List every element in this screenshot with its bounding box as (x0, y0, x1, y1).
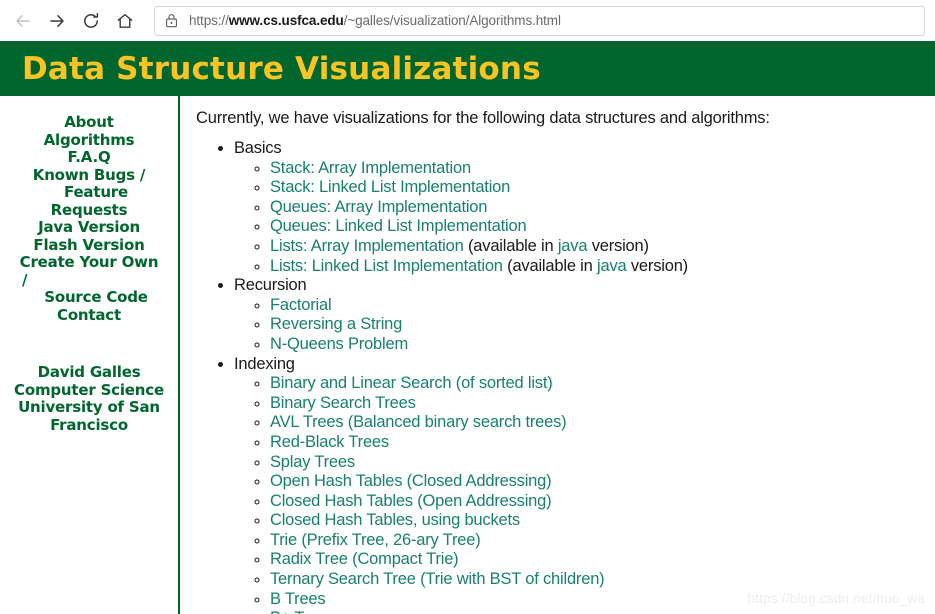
sidebar-link[interactable]: Feature (8, 183, 170, 202)
home-button[interactable] (108, 4, 142, 38)
page-body: About Algorithms F.A.Q Known Bugs / Feature R… (0, 96, 935, 614)
visualization-link[interactable]: Closed Hash Tables, using buckets (270, 511, 520, 529)
author-university-line2: Francisco (50, 415, 128, 434)
list-item: Open Hash Tables (Closed Addressing) (270, 472, 935, 492)
item-suffix-pre: (available in (502, 256, 598, 275)
list-item: Stack: Linked List Implementation (270, 178, 935, 198)
url-host: www.cs.usfca.edu (228, 13, 344, 28)
algorithm-item-list: Stack: Array ImplementationStack: Linked… (270, 159, 935, 277)
intro-paragraph: Currently, we have visualizations for th… (196, 109, 770, 127)
visualization-link[interactable]: Lists: Array Implementation (270, 237, 464, 255)
java-version-link[interactable]: java (558, 237, 588, 255)
sidebar-link[interactable]: Java Version (8, 218, 170, 237)
list-item: Closed Hash Tables, using buckets (270, 511, 935, 531)
visualization-link[interactable]: Red-Black Trees (270, 433, 389, 451)
visualization-link[interactable]: Lists: Linked List Implementation (270, 257, 503, 275)
list-item: AVL Trees (Balanced binary search trees) (270, 413, 935, 433)
list-item: Ternary Search Tree (Trie with BST of ch… (270, 570, 935, 590)
category-label: Recursion (234, 276, 307, 295)
sidebar-link[interactable]: Source Code (8, 288, 170, 307)
sidebar-link[interactable]: F.A.Q (8, 148, 170, 167)
page-title: Data Structure Visualizations (22, 50, 541, 87)
visualization-link[interactable]: N-Queens Problem (270, 335, 408, 353)
visualization-link[interactable]: Stack: Linked List Implementation (270, 178, 510, 196)
list-item: Splay Trees (270, 453, 935, 473)
list-item: B+ Trees (270, 609, 935, 614)
algorithm-item-list: Binary and Linear Search (of sorted list… (270, 374, 935, 614)
sidebar-link[interactable]: Flash Version (8, 236, 170, 255)
sidebar-nav: About Algorithms F.A.Q Known Bugs / Feature R… (0, 113, 178, 325)
page-banner: Data Structure Visualizations (0, 41, 935, 96)
visualization-link[interactable]: Ternary Search Tree (Trie with BST of ch… (270, 570, 605, 588)
algorithm-item-list: FactorialReversing a String N-Queens Prob… (270, 296, 935, 355)
visualization-link[interactable]: Queues: Linked List Implementation (270, 217, 527, 235)
category-label: Indexing (234, 354, 295, 373)
padlock-icon[interactable] (165, 13, 178, 28)
sidebar-link[interactable]: Contact (8, 306, 170, 325)
watermark: https://blog.csdn.net/huo_wa (747, 591, 925, 606)
visualization-link[interactable]: Binary and Linear Search (of sorted list… (270, 374, 553, 392)
algorithm-section-list: Basics Stack: Array ImplementationStack: … (234, 139, 935, 614)
sidebar-link[interactable]: Create Your Own (8, 253, 170, 272)
item-suffix-post: version) (587, 236, 649, 255)
list-item: Factorial (270, 296, 935, 316)
author-university-line1: University of San (18, 398, 160, 416)
visualization-link[interactable]: Radix Tree (Compact Trie) (270, 550, 459, 568)
list-item: Binary Search Trees (270, 394, 935, 414)
reload-button[interactable] (74, 4, 108, 38)
main-content: Currently, we have visualizations for th… (180, 96, 935, 614)
java-version-link[interactable]: java (597, 257, 627, 275)
list-item: Binary and Linear Search (of sorted list… (270, 374, 935, 394)
list-item: Queues: Array Implementation (270, 198, 935, 218)
author-name: David Galles (37, 363, 141, 381)
sidebar-link[interactable]: Requests (8, 201, 170, 220)
visualization-link[interactable]: Reversing a String (270, 315, 402, 333)
sidebar-link[interactable]: Algorithms (8, 131, 170, 150)
back-button[interactable] (6, 4, 40, 38)
visualization-link[interactable]: Stack: Array Implementation (270, 159, 471, 177)
list-item: Reversing a String (270, 315, 935, 335)
list-item: Trie (Prefix Tree, 26-ary Tree) (270, 531, 935, 551)
author-department: Computer Science (14, 380, 164, 399)
list-item: Closed Hash Tables (Open Addressing) (270, 492, 935, 512)
url-scheme: https:// (189, 13, 229, 28)
list-item: Radix Tree (Compact Trie) (270, 550, 935, 570)
item-suffix-pre: (available in (463, 236, 558, 255)
forward-button[interactable] (40, 4, 74, 38)
list-item: N-Queens Problem (270, 335, 935, 355)
visualization-link[interactable]: Queues: Array Implementation (270, 198, 487, 216)
algorithm-category: Basics Stack: Array ImplementationStack: … (234, 139, 935, 276)
sidebar-link[interactable]: Known Bugs / (8, 166, 170, 185)
list-item: Stack: Array Implementation (270, 159, 935, 179)
visualization-link[interactable]: AVL Trees (Balanced binary search trees) (270, 413, 567, 431)
address-bar[interactable]: https://www.cs.usfca.edu/~galles/visuali… (154, 5, 925, 36)
visualization-link[interactable]: B Trees (270, 590, 326, 608)
list-item: Lists: Linked List Implementation (avail… (270, 257, 935, 277)
url-path: /~galles/visualization/Algorithms.html (343, 13, 561, 28)
visualization-link[interactable]: Factorial (270, 296, 332, 314)
list-item: Queues: Linked List Implementation (270, 217, 935, 237)
visualization-link[interactable]: Trie (Prefix Tree, 26-ary Tree) (270, 531, 481, 549)
sidebar-author-block: David Galles Computer Science University… (0, 363, 178, 434)
sidebar-link[interactable]: / (8, 271, 170, 290)
algorithm-category: IndexingBinary and Linear Search (of sor… (234, 355, 935, 614)
sidebar-link[interactable]: About (8, 113, 170, 132)
item-suffix-post: version) (626, 256, 688, 275)
list-item: Lists: Array Implementation (available i… (270, 237, 935, 257)
visualization-link[interactable]: Splay Trees (270, 453, 355, 471)
category-label: Basics (234, 139, 282, 157)
algorithm-category: RecursionFactorialReversing a String N-Qu… (234, 276, 935, 354)
url-text: https://www.cs.usfca.edu/~galles/visuali… (189, 13, 561, 28)
browser-toolbar: https://www.cs.usfca.edu/~galles/visuali… (0, 0, 935, 41)
visualization-link[interactable]: Open Hash Tables (Closed Addressing) (270, 472, 552, 490)
visualization-link[interactable]: B+ Trees (270, 609, 335, 614)
list-item: Red-Black Trees (270, 433, 935, 453)
sidebar: About Algorithms F.A.Q Known Bugs / Feature R… (0, 96, 180, 614)
visualization-link[interactable]: Binary Search Trees (270, 394, 416, 412)
visualization-link[interactable]: Closed Hash Tables (Open Addressing) (270, 492, 552, 510)
